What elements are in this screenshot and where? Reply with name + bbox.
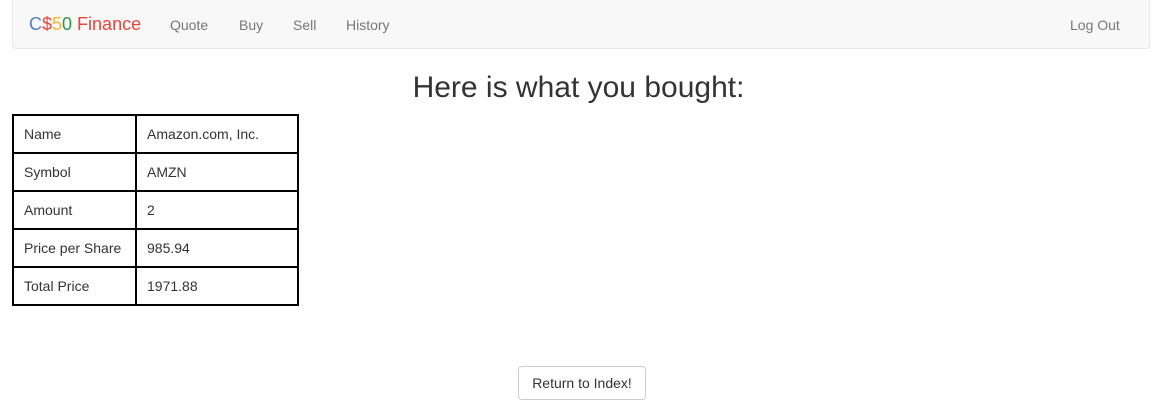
table-row: Symbol AMZN bbox=[12, 152, 299, 192]
row-value: 985.94 bbox=[135, 228, 299, 268]
nav-link-quote[interactable]: Quote bbox=[170, 16, 208, 34]
navbar: C$50 Finance Quote Buy Sell History Log … bbox=[12, 0, 1150, 49]
nav-link-buy[interactable]: Buy bbox=[239, 16, 263, 34]
brand-word-finance: Finance bbox=[72, 14, 142, 34]
row-label: Price per Share bbox=[12, 228, 137, 268]
page-heading: Here is what you bought: bbox=[412, 71, 745, 104]
brand-logo-link[interactable]: C$50 Finance bbox=[29, 14, 141, 34]
brand-letter-0: 0 bbox=[62, 14, 73, 34]
table-row: Price per Share 985.94 bbox=[12, 228, 299, 268]
row-value: 2 bbox=[135, 190, 299, 230]
return-to-index-button[interactable]: Return to Index! bbox=[518, 366, 646, 400]
row-label: Name bbox=[12, 114, 137, 154]
brand-letter-5: 5 bbox=[52, 14, 63, 34]
row-label: Total Price bbox=[12, 266, 137, 306]
row-label: Symbol bbox=[12, 152, 137, 192]
row-value: Amazon.com, Inc. bbox=[135, 114, 299, 154]
nav-link-sell[interactable]: Sell bbox=[293, 16, 316, 34]
row-value: AMZN bbox=[135, 152, 299, 192]
purchase-summary-table: Name Amazon.com, Inc. Symbol AMZN Amount… bbox=[12, 114, 299, 306]
logout-link[interactable]: Log Out bbox=[1070, 16, 1120, 34]
row-value: 1971.88 bbox=[135, 266, 299, 306]
nav-link-history[interactable]: History bbox=[346, 16, 390, 34]
table-row: Name Amazon.com, Inc. bbox=[12, 114, 299, 154]
brand-letter-dollar: $ bbox=[42, 14, 53, 34]
table-row: Amount 2 bbox=[12, 190, 299, 230]
brand-letter-c: C bbox=[29, 14, 42, 34]
row-label: Amount bbox=[12, 190, 137, 230]
table-row: Total Price 1971.88 bbox=[12, 266, 299, 306]
